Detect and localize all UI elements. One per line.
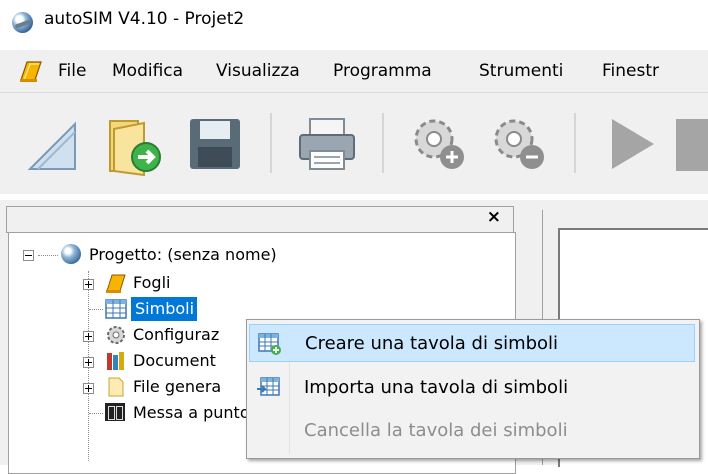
menu-visualizza[interactable]: Visualizza <box>216 61 300 81</box>
gear-add-icon[interactable] <box>404 109 474 179</box>
menu-item-delete-symbol-table: Cancella la tavola dei simboli <box>249 412 695 450</box>
tree-item-root[interactable]: Progetto: (senza nome) <box>21 243 401 269</box>
expand-icon[interactable] <box>83 331 94 342</box>
toolbar <box>0 93 708 194</box>
menu-strumenti[interactable]: Strumenti <box>479 61 563 81</box>
menu-modifica[interactable]: Modifica <box>112 61 183 81</box>
toolbar-separator <box>270 113 272 173</box>
toolbar-separator <box>574 113 576 173</box>
table-add-icon <box>258 333 281 355</box>
sheets-icon <box>106 274 126 293</box>
print-icon[interactable] <box>292 109 362 179</box>
menu-programma[interactable]: Programma <box>333 61 432 81</box>
open-folder-icon[interactable] <box>100 109 170 179</box>
tree-label-documentazione: Document <box>133 351 216 370</box>
menu-label-import: Importa una tavola di simboli <box>304 377 569 398</box>
tree-label-root: Progetto: (senza nome) <box>89 245 277 264</box>
play-icon[interactable] <box>598 109 668 179</box>
menu-item-import-symbol-table[interactable]: Importa una tavola di simboli <box>249 369 695 407</box>
collapse-icon[interactable] <box>23 250 34 261</box>
window-title: autoSIM V4.10 - Projet2 <box>44 9 245 29</box>
sheets-menu-icon <box>20 61 42 82</box>
tree-item-fogli[interactable]: Fogli <box>69 271 449 297</box>
tree-label-simboli: Simboli <box>135 299 195 318</box>
panel-header: × <box>6 206 514 233</box>
stop-icon[interactable] <box>676 119 708 171</box>
title-bar: autoSIM V4.10 - Projet2 <box>0 0 708 42</box>
expand-icon[interactable] <box>83 279 94 290</box>
menu-item-create-symbol-table[interactable]: Creare una tavola di simboli <box>249 324 695 362</box>
file-icon <box>108 377 124 397</box>
gear-icon <box>107 326 125 344</box>
expand-icon[interactable] <box>83 383 94 394</box>
menu-file[interactable]: File <box>58 61 86 81</box>
tree-guide-line <box>89 309 103 310</box>
tree-item-configurazione[interactable]: Configuraz <box>69 323 269 349</box>
app-globe-icon <box>12 12 33 33</box>
expand-icon[interactable] <box>83 357 94 368</box>
tree-label-messa-a-punto: Messa a punto <box>133 403 250 422</box>
menu-label-delete: Cancella la tavola dei simboli <box>304 420 568 441</box>
new-sheet-icon[interactable] <box>20 109 90 179</box>
debug-display-icon <box>105 403 125 421</box>
toolbar-separator <box>382 113 384 173</box>
tree-label-configurazione: Configuraz <box>133 325 220 344</box>
gear-remove-icon[interactable] <box>484 109 554 179</box>
project-globe-icon <box>61 244 81 264</box>
tree-guide-line <box>89 413 103 414</box>
menu-finestra[interactable]: Finestr <box>602 61 659 81</box>
panel-close-button[interactable]: × <box>487 207 501 227</box>
tree-item-messa-a-punto[interactable]: Messa a punto <box>69 401 269 427</box>
tree-item-file-generati[interactable]: File genera <box>69 375 269 401</box>
books-icon <box>107 352 124 370</box>
tree-item-documentazione[interactable]: Document <box>69 349 269 375</box>
save-disk-icon[interactable] <box>180 109 250 179</box>
tree-label-file-generati: File genera <box>133 377 222 396</box>
tree-label-fogli: Fogli <box>133 273 171 292</box>
context-menu: Creare una tavola di simboli Importa una… <box>246 319 700 459</box>
table-icon <box>105 299 127 319</box>
menu-bar: File Modifica Visualizza Programma Strum… <box>0 50 708 93</box>
table-import-icon <box>257 377 280 396</box>
menu-label-create: Creare una tavola di simboli <box>305 333 559 354</box>
